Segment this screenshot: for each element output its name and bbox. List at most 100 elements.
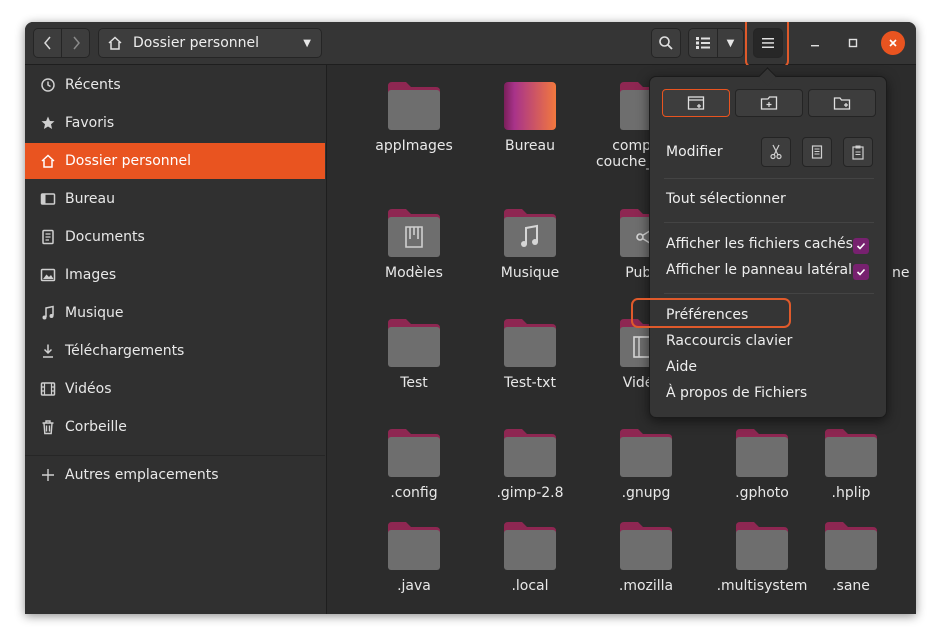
menu-item-shortcuts[interactable]: Raccourcis clavier xyxy=(666,333,792,349)
folder-item[interactable]: .local xyxy=(472,508,582,608)
minimize-icon xyxy=(811,45,819,47)
back-button[interactable] xyxy=(33,28,62,58)
folder-label: .hplip xyxy=(831,485,871,501)
sidebar-item-corbeille[interactable]: Corbeille xyxy=(25,409,325,445)
preferences-highlight xyxy=(631,298,791,328)
sidebar-item-documents[interactable]: Documents xyxy=(25,219,325,255)
folder-label: ne xyxy=(892,265,910,281)
menu-item-help[interactable]: Aide xyxy=(666,359,697,375)
folder-item[interactable]: .config xyxy=(356,415,466,515)
folder-icon xyxy=(736,522,788,570)
folder-icon xyxy=(388,522,440,570)
path-label: Dossier personnel xyxy=(133,35,260,51)
folder-item[interactable]: Test xyxy=(356,305,466,405)
path-bar-button[interactable]: Dossier personnel ▼ xyxy=(98,28,322,58)
search-icon xyxy=(659,36,673,50)
folder-item[interactable]: Musique xyxy=(472,195,582,295)
sidebar-item-bureau[interactable]: Bureau xyxy=(25,181,325,217)
sidebar-item-label: Autres emplacements xyxy=(65,467,219,483)
close-button[interactable] xyxy=(881,31,905,55)
main-menu-popover: Modifier Tout sélectionner Afficher les … xyxy=(649,76,887,418)
folder-label: Test-txt xyxy=(504,375,556,391)
trash-icon xyxy=(39,419,57,435)
folder-item[interactable]: Modèles xyxy=(356,195,466,295)
folder-icon xyxy=(825,522,877,570)
caret-down-icon: ▼ xyxy=(726,37,735,49)
new-folder-icon xyxy=(833,97,851,110)
folder-item[interactable]: .sane xyxy=(793,508,903,608)
menu-separator xyxy=(664,178,874,179)
folder-icon xyxy=(388,319,440,367)
view-list-button[interactable] xyxy=(688,28,718,58)
nav-buttons xyxy=(33,28,91,58)
paste-icon xyxy=(852,145,864,160)
templates-folder-icon xyxy=(388,209,440,257)
folder-item[interactable]: .java xyxy=(356,508,466,608)
star-icon xyxy=(39,115,57,131)
folder-icon xyxy=(620,522,672,570)
cut-button[interactable] xyxy=(761,137,791,167)
new-window-button[interactable] xyxy=(662,89,730,117)
plus-icon xyxy=(39,468,57,482)
new-folder-button[interactable] xyxy=(808,89,876,117)
new-window-icon xyxy=(687,96,705,110)
sidebar-item-label: Images xyxy=(65,267,117,283)
folder-item[interactable]: .hplip xyxy=(793,415,903,515)
forward-button[interactable] xyxy=(61,28,90,58)
download-icon xyxy=(39,343,57,359)
folder-label: Modèles xyxy=(385,265,443,281)
music-icon xyxy=(39,305,57,321)
menu-item-show-hidden[interactable]: Afficher les fichiers cachés xyxy=(666,236,853,252)
home-icon xyxy=(108,36,122,50)
folder-icon xyxy=(825,429,877,477)
copy-icon xyxy=(811,145,823,159)
sidebar-item-label: Téléchargements xyxy=(65,343,185,359)
document-icon xyxy=(39,229,57,245)
folder-label: .sane xyxy=(832,578,870,594)
folder-label: Musique xyxy=(500,265,560,281)
copy-button[interactable] xyxy=(802,137,832,167)
maximize-icon xyxy=(848,38,858,48)
paste-button[interactable] xyxy=(843,137,873,167)
new-tab-button[interactable] xyxy=(735,89,803,117)
menu-button-highlight xyxy=(745,22,789,68)
minimize-button[interactable] xyxy=(803,31,827,55)
menu-item-about[interactable]: À propos de Fichiers xyxy=(666,385,807,401)
music-folder-icon xyxy=(504,209,556,257)
show-hidden-checkbox[interactable] xyxy=(853,238,869,254)
sidebar-item-musique[interactable]: Musique xyxy=(25,295,325,331)
menu-item-select-all[interactable]: Tout sélectionner xyxy=(666,191,786,207)
sidebar-item-other-locations[interactable]: Autres emplacements xyxy=(25,457,325,493)
folder-label: .java xyxy=(397,578,431,594)
search-button[interactable] xyxy=(651,28,681,58)
close-icon xyxy=(889,39,897,47)
sidebar-item-telechargements[interactable]: Téléchargements xyxy=(25,333,325,369)
folder-item[interactable]: .gimp-2.8 xyxy=(472,415,582,515)
sidebar-item-home[interactable]: Dossier personnel xyxy=(25,143,325,179)
folder-label: .mozilla xyxy=(618,578,674,594)
sidebar-item-favoris[interactable]: Favoris xyxy=(25,105,325,141)
folder-item[interactable]: .gnupg xyxy=(588,415,698,515)
sidebar-item-videos[interactable]: Vidéos xyxy=(25,371,325,407)
check-icon xyxy=(856,268,866,276)
sidebar-item-recents[interactable]: Récents xyxy=(25,67,325,103)
folder-item[interactable]: appImages xyxy=(356,68,466,168)
sidebar-item-images[interactable]: Images xyxy=(25,257,325,293)
folder-label: .gnupg xyxy=(621,485,671,501)
menu-separator xyxy=(664,222,874,223)
sidebar-divider xyxy=(25,455,325,456)
menu-item-show-sidebar[interactable]: Afficher le panneau latéral xyxy=(666,262,852,278)
folder-item[interactable]: Test-txt xyxy=(472,305,582,405)
folder-label: .gimp-2.8 xyxy=(496,485,564,501)
sidebar-item-label: Musique xyxy=(65,305,124,321)
desktop-icon xyxy=(39,191,57,207)
folder-item[interactable]: .mozilla xyxy=(588,508,698,608)
folder-label: .local xyxy=(511,578,549,594)
maximize-button[interactable] xyxy=(841,31,865,55)
modifier-label: Modifier xyxy=(666,144,723,160)
folder-item[interactable]: Bureau xyxy=(472,68,582,168)
show-sidebar-checkbox[interactable] xyxy=(853,264,869,280)
view-options-dropdown[interactable]: ▼ xyxy=(717,28,744,58)
folder-label: Bureau xyxy=(505,138,555,154)
sidebar-item-label: Dossier personnel xyxy=(65,153,192,169)
